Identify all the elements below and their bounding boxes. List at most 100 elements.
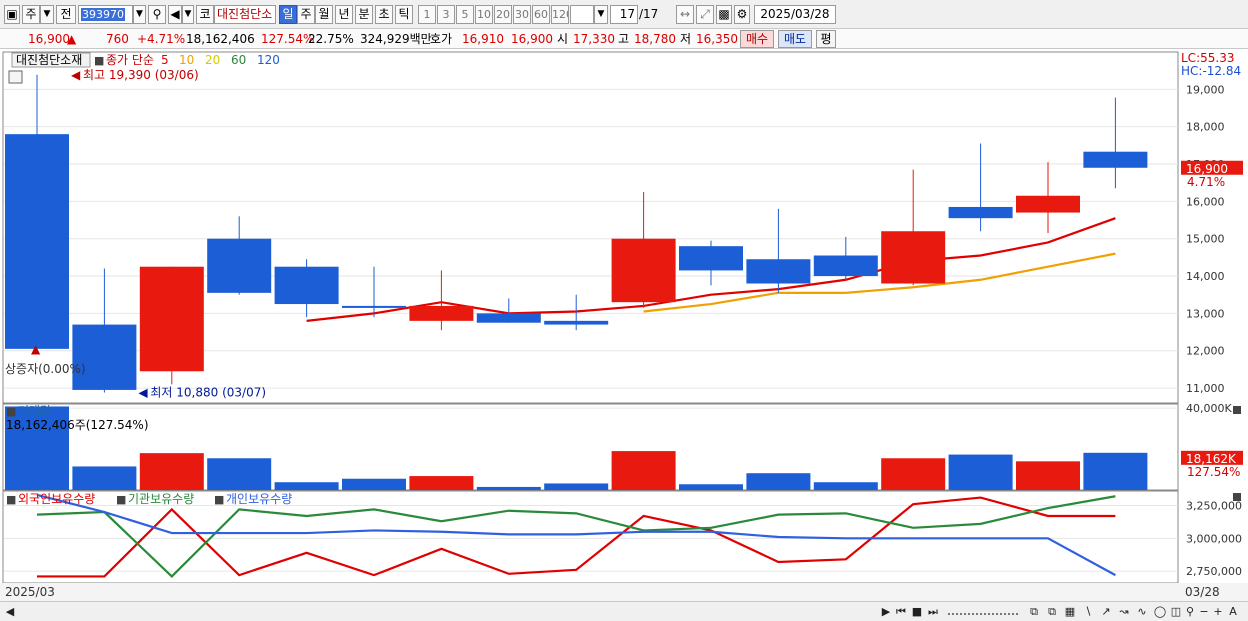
toolbar: ▣ 주 ▼ 전 393970 ▼ ⚲ ◀ ▼ 코 대진첨단소 일주월년분초틱 1… bbox=[0, 0, 1248, 29]
market-prefix[interactable]: 코 bbox=[196, 5, 214, 24]
holding-legend-label: 기관보유수량 bbox=[128, 492, 194, 506]
interval-button[interactable]: 30 bbox=[513, 5, 531, 24]
volume-info: 18,162,406주(127.54%) bbox=[6, 418, 149, 432]
zoom-icon[interactable]: ↔ bbox=[676, 5, 694, 24]
volume-bar bbox=[139, 453, 204, 490]
buy-button[interactable]: 매수 bbox=[740, 30, 774, 48]
period-tab[interactable]: 월 bbox=[315, 5, 333, 24]
speaker-icon[interactable]: ◀ bbox=[168, 5, 182, 24]
lc-label: LC:55.33 bbox=[1181, 51, 1234, 65]
line-tool-icon[interactable]: ∖ bbox=[1080, 605, 1096, 619]
zoom-search-icon[interactable]: ⚲ bbox=[1184, 605, 1196, 619]
shape-tool-2-icon[interactable]: ◫ bbox=[1170, 605, 1182, 619]
high-value: 18,780 bbox=[634, 32, 676, 46]
window-icon[interactable]: ⧉ bbox=[1044, 605, 1060, 619]
bottom-toolbar: ◀ ▶ ⏮ ■ ⏭ ⧉ ⧉ ▦ ∖ ↗ ↝ ∿ ◯ ◫ ⚲ − + A bbox=[0, 601, 1248, 621]
arrow-up-icon: ▲ bbox=[31, 342, 41, 356]
interval-button[interactable]: 1 bbox=[418, 5, 436, 24]
high-label: 고 bbox=[618, 32, 630, 46]
fibo-tool-icon[interactable]: ↝ bbox=[1116, 605, 1132, 619]
period-tab[interactable]: 년 bbox=[335, 5, 353, 24]
stop-icon[interactable]: ■ bbox=[910, 605, 924, 619]
calculator-icon bbox=[8, 70, 23, 84]
crosshair-icon[interactable]: ⤢ bbox=[696, 5, 714, 24]
chart-area[interactable]: 11,00012,00013,00014,00015,00016,00017,0… bbox=[0, 50, 1248, 601]
date-input[interactable]: 2025/03/28 bbox=[754, 5, 836, 24]
save-icon[interactable]: ▩ bbox=[716, 5, 732, 24]
ma-legend-period: 120 bbox=[257, 53, 280, 67]
zoom-out-icon[interactable]: − bbox=[1198, 605, 1210, 619]
rewind-icon[interactable]: ⏮ bbox=[894, 605, 908, 619]
hoga-label: 호가 bbox=[430, 32, 453, 46]
interval-input[interactable] bbox=[570, 5, 594, 24]
legend-bullet: ■ bbox=[6, 405, 16, 418]
legend-bullet: ■ bbox=[116, 493, 126, 506]
volume-bar bbox=[409, 476, 474, 490]
volume-bar bbox=[746, 473, 811, 490]
scroll-left-icon[interactable]: ◀ bbox=[4, 605, 16, 619]
last-volume-pct: 127.54% bbox=[1187, 465, 1240, 479]
stock-code-value: 393970 bbox=[81, 8, 125, 21]
candle-body bbox=[207, 238, 272, 293]
candle-body bbox=[72, 324, 137, 390]
eval-button[interactable]: 평 bbox=[816, 30, 836, 48]
triangle-up-icon: ▲ bbox=[67, 32, 77, 46]
scroll-right-icon[interactable]: ▶ bbox=[880, 605, 892, 619]
period-main-select[interactable]: 주 bbox=[22, 5, 40, 24]
candle-body bbox=[881, 231, 946, 284]
period-tab[interactable]: 분 bbox=[355, 5, 373, 24]
price-tick-label: 19,000 bbox=[1186, 83, 1225, 96]
price-change-pct: +4.71% bbox=[137, 32, 186, 46]
shape-tool-icon[interactable]: ◯ bbox=[1152, 605, 1168, 619]
interval-button[interactable]: 5 bbox=[456, 5, 474, 24]
hoga-bid: 16,900 bbox=[511, 32, 553, 46]
copy-icon[interactable]: ⧉ bbox=[1026, 605, 1042, 619]
last-volume-label: 18,162K bbox=[1186, 452, 1237, 466]
period-tab[interactable]: 틱 bbox=[395, 5, 413, 24]
layout-icon[interactable]: ▦ bbox=[1062, 605, 1078, 619]
listing-annotation: 상증자(0.00%) bbox=[5, 362, 86, 376]
interval-button[interactable]: 60 bbox=[532, 5, 550, 24]
chevron-down-icon[interactable]: ▼ bbox=[40, 5, 54, 24]
interval-button[interactable]: 3 bbox=[437, 5, 455, 24]
holding-legend-label: 개인보유수량 bbox=[226, 492, 292, 506]
candle-body bbox=[1083, 151, 1148, 168]
stock-code-input[interactable]: 393970 bbox=[78, 5, 133, 24]
period-tab[interactable]: 초 bbox=[375, 5, 393, 24]
page-current-input[interactable]: 17 bbox=[610, 5, 638, 24]
x-axis-end-label: 03/28 bbox=[1185, 585, 1220, 599]
chevron-down-icon[interactable]: ▼ bbox=[594, 5, 608, 24]
ma-legend-period: 60 bbox=[231, 53, 246, 67]
interval-button[interactable]: 10 bbox=[475, 5, 493, 24]
interval-button[interactable]: 120 bbox=[551, 5, 569, 24]
text-tool-icon[interactable]: A bbox=[1226, 605, 1240, 619]
chart-layout-icon[interactable]: ▣ bbox=[4, 5, 20, 24]
gear-icon[interactable]: ⚙ bbox=[734, 5, 750, 24]
hoga-ask: 16,910 bbox=[462, 32, 504, 46]
trend-tool-icon[interactable]: ↗ bbox=[1098, 605, 1114, 619]
quote-bar: 16,900 ▲ 760 +4.71% 18,162,406 127.54% 2… bbox=[0, 29, 1248, 49]
period-tab[interactable]: 일 bbox=[279, 5, 297, 24]
price-tick-label: 14,000 bbox=[1186, 270, 1225, 283]
zoom-in-icon[interactable]: + bbox=[1212, 605, 1224, 619]
candle-body bbox=[5, 134, 69, 349]
stock-name-field[interactable]: 대진첨단소 bbox=[214, 5, 276, 24]
fast-forward-icon[interactable]: ⏭ bbox=[926, 605, 940, 619]
holding-tick-label: 3,000,000 bbox=[1186, 532, 1242, 545]
stock-chart-svg[interactable]: 11,00012,00013,00014,00015,00016,00017,0… bbox=[0, 50, 1248, 601]
ma-legend-period: 20 bbox=[205, 53, 220, 67]
wave-tool-icon[interactable]: ∿ bbox=[1134, 605, 1150, 619]
zoom-slider[interactable] bbox=[948, 605, 1018, 615]
price-change: 760 bbox=[106, 32, 129, 46]
holding-legend-label: 외국인보유수량 bbox=[18, 492, 95, 506]
interval-button[interactable]: 20 bbox=[494, 5, 512, 24]
chevron-down-icon[interactable]: ▼ bbox=[133, 5, 146, 24]
arrow-left-icon: ◀ bbox=[138, 386, 148, 400]
period-tab[interactable]: 주 bbox=[297, 5, 315, 24]
hc-label: HC:-12.84 bbox=[1181, 64, 1241, 78]
side-select[interactable]: 전 bbox=[56, 5, 76, 24]
sell-button[interactable]: 매도 bbox=[778, 30, 812, 48]
search-icon[interactable]: ⚲ bbox=[148, 5, 166, 24]
chevron-down-icon[interactable]: ▼ bbox=[182, 5, 194, 24]
volume-bar bbox=[679, 484, 743, 490]
